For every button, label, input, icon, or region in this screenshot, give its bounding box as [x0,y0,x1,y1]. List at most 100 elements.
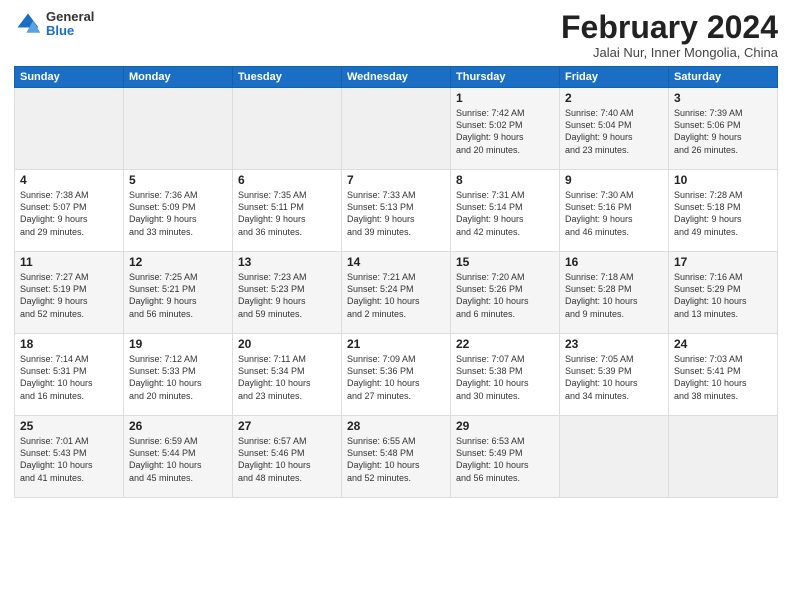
day-info: Sunrise: 7:21 AM Sunset: 5:24 PM Dayligh… [347,271,445,320]
day-info: Sunrise: 6:57 AM Sunset: 5:46 PM Dayligh… [238,435,336,484]
calendar-cell: 3 Sunrise: 7:39 AM Sunset: 5:06 PM Daylig… [669,88,778,170]
calendar-cell: 13 Sunrise: 7:23 AM Sunset: 5:23 PM Dayli… [233,252,342,334]
day-number: 3 [674,91,772,105]
location-subtitle: Jalai Nur, Inner Mongolia, China [561,45,778,60]
day-info: Sunrise: 7:42 AM Sunset: 5:02 PM Dayligh… [456,107,554,156]
day-info: Sunrise: 6:55 AM Sunset: 5:48 PM Dayligh… [347,435,445,484]
calendar-cell [560,416,669,498]
day-number: 20 [238,337,336,351]
day-number: 23 [565,337,663,351]
day-info: Sunrise: 7:38 AM Sunset: 5:07 PM Dayligh… [20,189,118,238]
day-number: 29 [456,419,554,433]
day-info: Sunrise: 7:35 AM Sunset: 5:11 PM Dayligh… [238,189,336,238]
calendar-cell [15,88,124,170]
weekday-header-friday: Friday [560,67,669,88]
calendar-cell: 10 Sunrise: 7:28 AM Sunset: 5:18 PM Dayli… [669,170,778,252]
calendar-week-row: 1 Sunrise: 7:42 AM Sunset: 5:02 PM Daylig… [15,88,778,170]
calendar-cell [233,88,342,170]
day-number: 22 [456,337,554,351]
logo-general-text: General [46,10,94,24]
day-number: 11 [20,255,118,269]
weekday-header-row: SundayMondayTuesdayWednesdayThursdayFrid… [15,67,778,88]
day-number: 18 [20,337,118,351]
calendar-cell [124,88,233,170]
day-info: Sunrise: 7:23 AM Sunset: 5:23 PM Dayligh… [238,271,336,320]
calendar-cell [342,88,451,170]
day-info: Sunrise: 7:16 AM Sunset: 5:29 PM Dayligh… [674,271,772,320]
title-area: February 2024 Jalai Nur, Inner Mongolia,… [561,10,778,60]
calendar-cell: 14 Sunrise: 7:21 AM Sunset: 5:24 PM Dayli… [342,252,451,334]
day-info: Sunrise: 7:30 AM Sunset: 5:16 PM Dayligh… [565,189,663,238]
day-info: Sunrise: 7:11 AM Sunset: 5:34 PM Dayligh… [238,353,336,402]
day-info: Sunrise: 7:20 AM Sunset: 5:26 PM Dayligh… [456,271,554,320]
calendar-cell: 4 Sunrise: 7:38 AM Sunset: 5:07 PM Daylig… [15,170,124,252]
calendar-cell: 22 Sunrise: 7:07 AM Sunset: 5:38 PM Dayli… [451,334,560,416]
page: General Blue February 2024 Jalai Nur, In… [0,0,792,612]
weekday-header-monday: Monday [124,67,233,88]
logo: General Blue [14,10,94,39]
day-info: Sunrise: 7:39 AM Sunset: 5:06 PM Dayligh… [674,107,772,156]
day-number: 4 [20,173,118,187]
calendar-cell: 17Sunrise: 7:16 AM Sunset: 5:29 PM Dayli… [669,252,778,334]
day-info: Sunrise: 6:53 AM Sunset: 5:49 PM Dayligh… [456,435,554,484]
calendar-cell: 29 Sunrise: 6:53 AM Sunset: 5:49 PM Dayli… [451,416,560,498]
calendar-cell: 6 Sunrise: 7:35 AM Sunset: 5:11 PM Daylig… [233,170,342,252]
day-info: Sunrise: 7:09 AM Sunset: 5:36 PM Dayligh… [347,353,445,402]
day-number: 25 [20,419,118,433]
day-info: Sunrise: 7:33 AM Sunset: 5:13 PM Dayligh… [347,189,445,238]
calendar-cell: 15 Sunrise: 7:20 AM Sunset: 5:26 PM Dayli… [451,252,560,334]
day-info: Sunrise: 7:28 AM Sunset: 5:18 PM Dayligh… [674,189,772,238]
logo-icon [14,10,42,38]
calendar-cell: 9 Sunrise: 7:30 AM Sunset: 5:16 PM Daylig… [560,170,669,252]
day-number: 13 [238,255,336,269]
weekday-header-saturday: Saturday [669,67,778,88]
day-info: Sunrise: 7:12 AM Sunset: 5:33 PM Dayligh… [129,353,227,402]
day-number: 19 [129,337,227,351]
calendar-cell: 1 Sunrise: 7:42 AM Sunset: 5:02 PM Daylig… [451,88,560,170]
day-number: 1 [456,91,554,105]
day-number: 24 [674,337,772,351]
day-info: Sunrise: 7:25 AM Sunset: 5:21 PM Dayligh… [129,271,227,320]
day-number: 26 [129,419,227,433]
day-info: Sunrise: 7:03 AM Sunset: 5:41 PM Dayligh… [674,353,772,402]
calendar-cell: 16Sunrise: 7:18 AM Sunset: 5:28 PM Dayli… [560,252,669,334]
calendar-cell: 28 Sunrise: 6:55 AM Sunset: 5:48 PM Dayli… [342,416,451,498]
day-number: 5 [129,173,227,187]
day-info: Sunrise: 7:18 AM Sunset: 5:28 PM Dayligh… [565,271,663,320]
calendar-cell: 7 Sunrise: 7:33 AM Sunset: 5:13 PM Daylig… [342,170,451,252]
logo-blue-text: Blue [46,24,94,38]
calendar-week-row: 11 Sunrise: 7:27 AM Sunset: 5:19 PM Dayli… [15,252,778,334]
calendar-cell [669,416,778,498]
day-info: Sunrise: 7:01 AM Sunset: 5:43 PM Dayligh… [20,435,118,484]
day-number: 14 [347,255,445,269]
day-info: Sunrise: 7:07 AM Sunset: 5:38 PM Dayligh… [456,353,554,402]
calendar-cell: 5 Sunrise: 7:36 AM Sunset: 5:09 PM Daylig… [124,170,233,252]
day-number: 7 [347,173,445,187]
day-number: 21 [347,337,445,351]
day-info: Sunrise: 7:40 AM Sunset: 5:04 PM Dayligh… [565,107,663,156]
day-number: 12 [129,255,227,269]
calendar-cell: 26Sunrise: 6:59 AM Sunset: 5:44 PM Dayli… [124,416,233,498]
calendar-week-row: 4 Sunrise: 7:38 AM Sunset: 5:07 PM Daylig… [15,170,778,252]
calendar-cell: 11 Sunrise: 7:27 AM Sunset: 5:19 PM Dayli… [15,252,124,334]
day-info: Sunrise: 7:31 AM Sunset: 5:14 PM Dayligh… [456,189,554,238]
calendar-cell: 21 Sunrise: 7:09 AM Sunset: 5:36 PM Dayli… [342,334,451,416]
day-number: 10 [674,173,772,187]
day-number: 15 [456,255,554,269]
calendar-week-row: 18Sunrise: 7:14 AM Sunset: 5:31 PM Dayli… [15,334,778,416]
calendar-cell: 20 Sunrise: 7:11 AM Sunset: 5:34 PM Dayli… [233,334,342,416]
day-number: 28 [347,419,445,433]
weekday-header-tuesday: Tuesday [233,67,342,88]
logo-text: General Blue [46,10,94,39]
day-info: Sunrise: 7:27 AM Sunset: 5:19 PM Dayligh… [20,271,118,320]
calendar-table: SundayMondayTuesdayWednesdayThursdayFrid… [14,66,778,498]
day-info: Sunrise: 7:05 AM Sunset: 5:39 PM Dayligh… [565,353,663,402]
day-number: 6 [238,173,336,187]
calendar-cell: 2Sunrise: 7:40 AM Sunset: 5:04 PM Daylig… [560,88,669,170]
day-info: Sunrise: 7:36 AM Sunset: 5:09 PM Dayligh… [129,189,227,238]
day-number: 9 [565,173,663,187]
calendar-cell: 8Sunrise: 7:31 AM Sunset: 5:14 PM Daylig… [451,170,560,252]
calendar-cell: 19 Sunrise: 7:12 AM Sunset: 5:33 PM Dayli… [124,334,233,416]
weekday-header-thursday: Thursday [451,67,560,88]
day-number: 27 [238,419,336,433]
